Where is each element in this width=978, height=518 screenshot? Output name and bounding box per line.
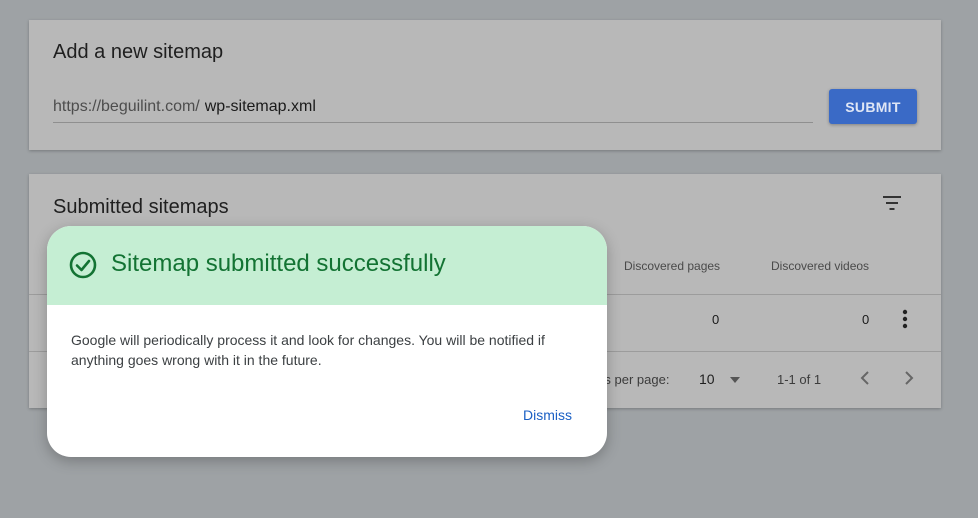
column-header-discovered-pages[interactable]: Discovered pages: [624, 259, 720, 273]
add-sitemap-title: Add a new sitemap: [53, 41, 224, 63]
dialog-title: Sitemap submitted successfully: [111, 250, 446, 277]
success-dialog: Sitemap submitted successfully Google wi…: [47, 226, 607, 457]
column-header-discovered-videos[interactable]: Discovered videos: [771, 259, 869, 273]
dialog-header: Sitemap submitted successfully: [47, 226, 607, 305]
more-vert-icon[interactable]: [899, 308, 911, 330]
rows-per-page-select[interactable]: 10: [699, 371, 715, 387]
sitemap-url-input[interactable]: [204, 98, 765, 116]
filter-icon[interactable]: [881, 194, 903, 212]
dismiss-button[interactable]: Dismiss: [517, 403, 578, 427]
dialog-message: Google will periodically process it and …: [71, 332, 545, 368]
submitted-sitemaps-title: Submitted sitemaps: [53, 196, 229, 218]
sitemap-url-row: https://beguilint.com/: [53, 98, 813, 123]
pagination-range: 1-1 of 1: [777, 372, 822, 387]
submit-button[interactable]: SUBMIT: [829, 89, 917, 124]
url-prefix: https://beguilint.com/: [53, 98, 200, 115]
chevron-right-icon[interactable]: [901, 369, 917, 387]
chevron-left-icon[interactable]: [857, 369, 873, 387]
check-circle-icon: [69, 251, 97, 279]
dropdown-caret-icon[interactable]: [729, 376, 741, 384]
cell-discovered-videos: 0: [862, 312, 870, 327]
cell-discovered-pages: 0: [712, 312, 720, 327]
add-sitemap-card: Add a new sitemap https://beguilint.com/…: [29, 20, 941, 150]
